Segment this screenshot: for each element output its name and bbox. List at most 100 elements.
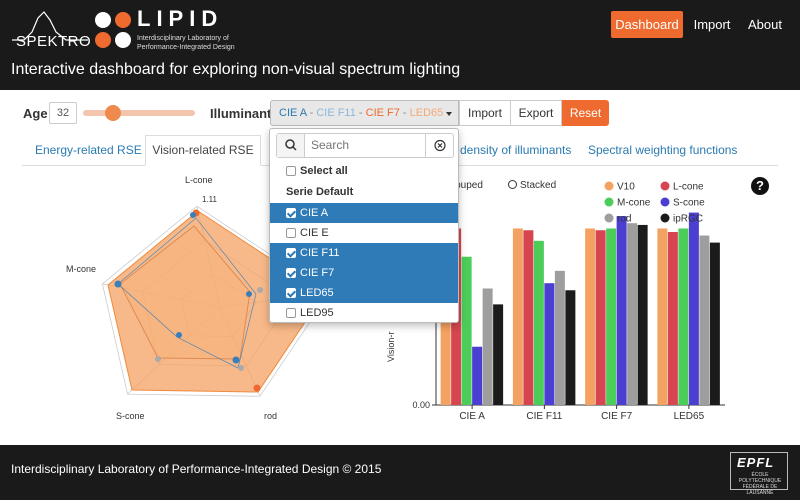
tab-density[interactable]: density of illuminants [460, 143, 571, 157]
legend-swatch [660, 213, 670, 223]
x-tick-label: CIE F11 [526, 411, 562, 422]
legend-label: V10 [617, 182, 635, 193]
tab-energy-rse[interactable]: Energy-related RSE [35, 143, 142, 157]
illuminant-option-label: CIE E [300, 227, 329, 239]
stacked-radio[interactable]: Stacked [508, 180, 556, 191]
radar-point [176, 332, 182, 338]
radar-point [190, 212, 196, 218]
bar-m-cone [678, 228, 689, 405]
radar-axis-label-lcone: L-cone [185, 175, 213, 185]
bar-v10 [512, 228, 523, 405]
illuminant-option-label: CIE A [300, 207, 329, 219]
legend-swatch [660, 181, 670, 191]
tab-spectral-weighting[interactable]: Spectral weighting functions [588, 143, 737, 157]
illuminant-separator: - [355, 107, 366, 119]
illuminant-option[interactable]: CIE F7 [270, 263, 458, 283]
x-tick-label: CIE A [459, 411, 485, 422]
age-slider-handle[interactable] [105, 105, 122, 121]
reset-button[interactable]: Reset [562, 100, 609, 126]
legend-label: L-cone [673, 182, 704, 193]
checkbox-icon [286, 308, 296, 318]
selected-illuminant-label: CIE A [279, 107, 307, 119]
epfl-logo: EPFL [737, 455, 775, 470]
bar-iprgc [709, 242, 720, 405]
checkbox-icon [286, 268, 296, 278]
illuminant-option[interactable]: CIE E [270, 223, 458, 243]
radar-point [238, 365, 244, 371]
legend-swatch [604, 213, 614, 223]
selected-illuminant-label: CIE F11 [316, 107, 356, 119]
bar-s-cone [544, 283, 555, 405]
x-tick-label: LED65 [674, 411, 705, 422]
bar-m-cone [461, 256, 472, 405]
illuminant-option[interactable]: CIE F11 [270, 243, 458, 263]
import-button[interactable]: Import [459, 100, 511, 126]
lipid-logo-title: LIPID [137, 6, 224, 31]
dropdown-search[interactable] [276, 133, 454, 158]
stacked-option-label: Stacked [520, 180, 557, 191]
illuminants-select[interactable]: CIE A - CIE F11 - CIE F7 - LED65 [270, 100, 459, 126]
radar-point [114, 280, 122, 288]
select-all-label: Select all [300, 165, 348, 177]
legend-label: M-cone [617, 198, 651, 209]
age-input[interactable]: 32 [49, 102, 77, 124]
illuminants-dropdown: Select all Serie Default CIE A CIE E CIE F… [269, 128, 459, 323]
radar-point [246, 291, 252, 297]
illuminant-option[interactable]: LED65 [270, 283, 458, 303]
bar-iprgc [565, 290, 576, 405]
select-all-option[interactable]: Select all [270, 161, 458, 181]
illuminant-option[interactable]: CIE A [270, 203, 458, 223]
export-button[interactable]: Export [510, 100, 562, 126]
radar-axis-label-rod: rod [264, 411, 278, 421]
illuminant-separator: - [399, 107, 410, 119]
footer: Interdisciplinary Laboratory of Performa… [0, 445, 800, 500]
radar-max-label: 1.11 [202, 195, 217, 204]
radar-point [232, 356, 240, 364]
radio-icon [508, 180, 517, 189]
bar-rod [482, 288, 493, 405]
nav-dashboard-button[interactable]: Dashboard [611, 11, 683, 38]
radar-point [257, 287, 263, 293]
bar-iprgc [493, 304, 504, 405]
search-icon [277, 134, 305, 157]
page-subtitle: Interactive dashboard for exploring non-… [11, 61, 461, 78]
illuminants-label: Illuminants [210, 106, 279, 121]
bar-m-cone [533, 240, 544, 405]
bar-v10 [657, 228, 668, 405]
legend-label: ipRGC [673, 214, 703, 225]
checkbox-icon [286, 166, 296, 176]
nav-import-link[interactable]: Import [690, 11, 734, 38]
selected-illuminant-label: LED65 [409, 107, 444, 119]
nav-about-link[interactable]: About [742, 11, 788, 38]
bar-s-cone [616, 216, 627, 405]
illuminant-option-label: CIE F7 [300, 267, 335, 279]
bar-m-cone [606, 228, 617, 405]
tab-vision-rse[interactable]: Vision-related RSE [145, 135, 261, 166]
bar-rod [554, 270, 565, 405]
checkbox-icon [286, 208, 296, 218]
age-slider[interactable] [83, 110, 195, 116]
y-axis-label: Vision-r [386, 332, 396, 362]
spektro-logo-text: SPEKTRO [16, 33, 92, 50]
bar-s-cone [472, 346, 483, 405]
illuminant-option-label: CIE F11 [300, 247, 340, 259]
y-tick-label: 0.00 [412, 400, 430, 410]
illuminant-separator: - [306, 107, 317, 119]
checkbox-icon [286, 228, 296, 238]
radar-point [155, 356, 161, 362]
bar-rod [627, 223, 638, 405]
lipid-logo-icon [95, 12, 131, 48]
legend-swatch [604, 181, 614, 191]
bar-v10 [585, 228, 596, 405]
chevron-down-icon [446, 112, 452, 116]
top-bar: SPEKTRO LIPID Interdisciplinary Laborato… [0, 0, 800, 90]
search-input[interactable] [311, 138, 421, 152]
bar-iprgc [637, 224, 648, 405]
help-icon[interactable]: ? [751, 177, 769, 195]
lipid-logo-subtitle: Interdisciplinary Laboratory of Performa… [137, 35, 235, 51]
checkbox-icon [286, 248, 296, 258]
bar-l-cone [667, 232, 678, 405]
clear-icon[interactable] [425, 134, 453, 157]
illuminant-option[interactable]: LED95 [270, 303, 458, 323]
illuminant-option-label: LED95 [300, 307, 334, 319]
